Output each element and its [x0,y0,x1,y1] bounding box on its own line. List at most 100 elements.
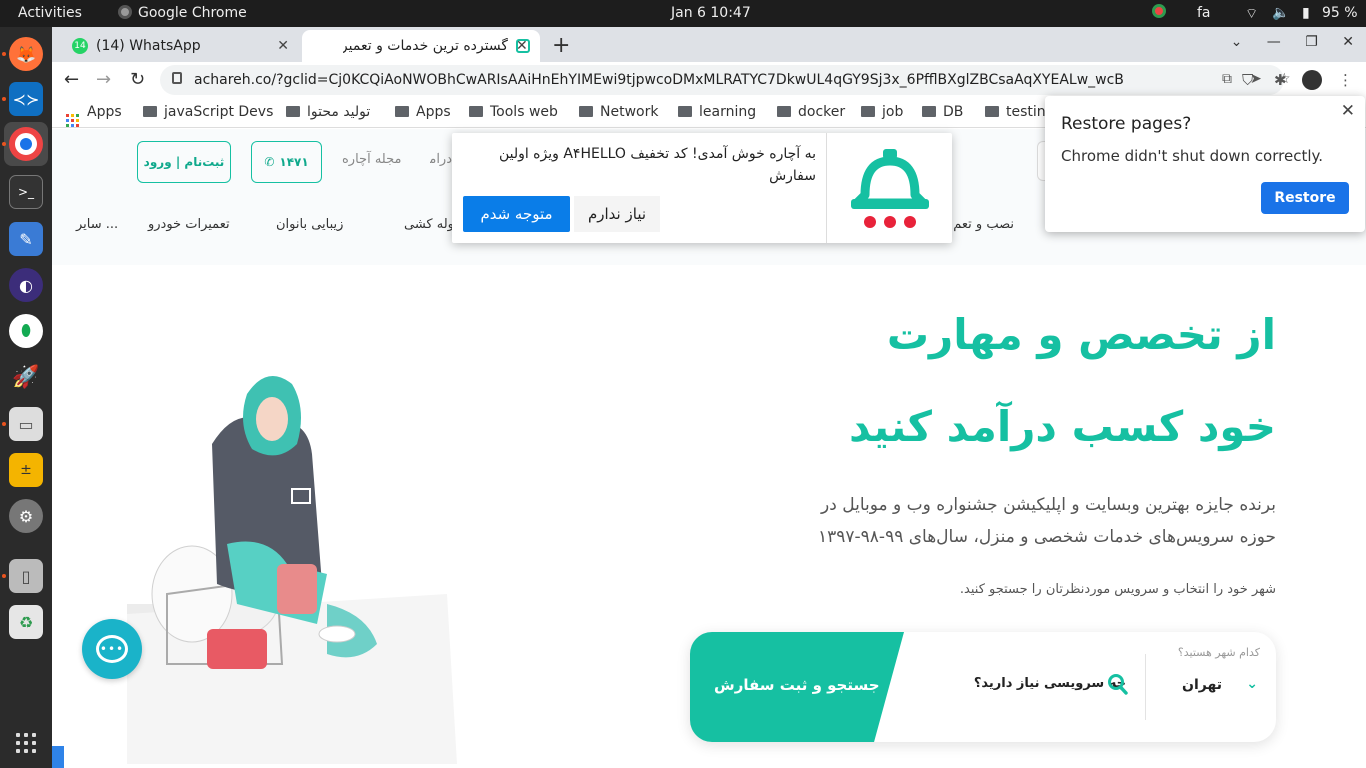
text-editor-icon[interactable]: ✎ [9,222,43,256]
back-arrow-icon[interactable]: ← [64,69,79,90]
profile-avatar[interactable] [1302,70,1322,90]
mongodb-compass-icon[interactable]: ⬮ [9,314,43,348]
dock: 🦊 ≺≻ >_ ✎ ◐ ⬮ 🚀 ▭ ± ⚙ ▯ ♻ [0,27,52,768]
translate-icon[interactable]: ⧉ [1222,71,1232,87]
minimize-icon[interactable]: — [1267,34,1281,50]
activities-button[interactable]: Activities [18,5,82,21]
folder-icon [286,106,300,117]
restore-pages-dialog: Restore pages? Chrome didn't shut down c… [1045,96,1365,232]
bookmark-folder[interactable]: testin [985,104,1046,120]
close-window-icon[interactable]: ✕ [1342,34,1354,50]
dialog-message: Chrome didn't shut down correctly. [1061,147,1324,165]
bookmark-folder[interactable]: Tools web [469,104,558,120]
clock[interactable]: Jan 6 10:47 [671,5,751,21]
category-beauty[interactable]: زیبایی بانوان [276,217,343,232]
side-widget-tab[interactable] [52,746,64,768]
bookmark-folder[interactable]: docker [777,104,845,120]
firefox-icon[interactable]: 🦊 [9,37,43,71]
app-name: Google Chrome [138,5,247,21]
bookmark-folder[interactable]: javaScript Devs [143,104,273,120]
category-plumbing[interactable]: لوله کشی [404,217,458,232]
reload-icon[interactable]: ↻ [130,69,145,90]
bookmark-folder[interactable]: Network [579,104,658,120]
whatsapp-icon: 14 [72,38,88,54]
chrome-tray-icon[interactable] [1152,4,1172,20]
bookmark-folder[interactable]: learning [678,104,756,120]
folder-icon [678,106,692,117]
folder-icon [861,106,875,117]
category-install-repair[interactable]: نصب و تعم [952,217,1014,232]
hero-description: برنده جایزه بهترین وبسایت و اپلیکیشن جشن… [817,495,1276,547]
tor-browser-icon[interactable]: ◐ [9,268,43,302]
phone-button[interactable]: ✆ ۱۴۷۱ [251,141,322,183]
keyboard-layout[interactable]: fa [1197,5,1211,21]
wifi-icon[interactable]: ⌔ [1245,5,1258,23]
category-car-repair[interactable]: تعمیرات خودرو [148,217,230,232]
lock-icon[interactable] [172,72,182,84]
trash-icon[interactable]: ♻ [9,605,43,639]
folder-icon [469,106,483,117]
terminal-icon[interactable]: >_ [9,175,43,209]
phone-icon: ✆ [264,155,275,169]
decline-button[interactable]: نیاز ندارم [574,196,660,232]
accept-button[interactable]: متوجه شدم [463,196,570,232]
volume-icon[interactable]: 🔈 [1272,5,1289,21]
chat-support-button[interactable]: ••• [82,619,142,679]
app-menu[interactable]: Google Chrome [118,5,247,21]
new-tab-button[interactable]: + [552,33,570,58]
close-tab-icon[interactable]: ✕ [277,38,289,54]
chrome-dock-icon[interactable] [9,127,43,161]
tab-whatsapp[interactable]: 14 گسترده ترین خدمات و تعمیرا (14) Whats… [62,30,297,62]
battery-icon[interactable]: ▮ [1302,5,1310,21]
extensions-puzzle-icon[interactable]: ✱ [1274,71,1287,89]
url-text[interactable]: achareh.co/?gclid=Cj0KCQiAoNWOBhCwARIsAA… [194,72,1124,88]
settings-gear-icon[interactable]: ⚙ [9,499,43,533]
bookmark-folder[interactable]: DB [922,104,963,120]
tab-title: گسترده ترین خدمات و تعمیرا [343,38,508,54]
notification-icon-area [826,133,952,243]
signup-login-button[interactable]: ثبت‌نام | ورود [137,141,231,183]
hero-title: از تخصص و مهارت خود کسب درآمد کنید [848,310,1276,451]
calculator-icon[interactable]: ± [9,453,43,487]
restore-button[interactable]: Restore [1261,182,1349,214]
bookmark-folder[interactable]: job [861,104,903,120]
folder-icon [922,106,936,117]
tab-strip: 14 گسترده ترین خدمات و تعمیرا (14) Whats… [52,27,1366,62]
files-icon[interactable]: ▭ [9,407,43,441]
folder-icon [777,106,791,117]
category-other[interactable]: سایر ... [76,217,118,232]
close-tab-icon[interactable]: ✕ [516,38,528,54]
show-applications-icon[interactable] [16,733,36,753]
city-label: کدام شهر هستید؟ [1177,646,1260,659]
bookmark-folder[interactable]: تولید محتوا [286,104,370,120]
system-top-bar: Activities Google Chrome Jan 6 10:47 fa … [0,0,1366,27]
welcome-notification: به آچاره خوش آمدی! کد تخفیف A۴HELLO ویژه… [452,133,952,243]
tab-search-icon[interactable]: ⌄ [1231,34,1243,50]
vscode-icon[interactable]: ≺≻ [9,82,43,116]
chevron-down-icon[interactable]: ⌄ [1246,676,1258,692]
income-link[interactable]: درآمد [430,152,452,167]
bookmark-folder[interactable]: Apps [395,104,451,120]
archive-icon[interactable]: ▯ [9,559,43,593]
address-bar[interactable]: achareh.co/?gclid=Cj0KCQiAoNWOBhCwARIsAA… [160,65,1291,95]
search-submit-button[interactable]: جستجو و ثبت سفارش [690,632,904,742]
maximize-icon[interactable]: ❐ [1305,34,1318,50]
service-search-input[interactable]: چه سرویسی نیاز دارید؟ [974,676,1126,691]
hero-illustration [127,376,457,764]
tab-achareh[interactable]: گسترده ترین خدمات و تعمیرا ✕ [302,30,540,62]
battery-percent[interactable]: 95 % [1322,5,1358,21]
magazine-link[interactable]: مجله آچاره [342,152,401,167]
menu-kebab-icon[interactable]: ⋮ [1338,71,1353,89]
chrome-icon [118,5,132,19]
service-search-box: جستجو و ثبت سفارش چه سرویسی نیاز دارید؟ … [690,632,1276,742]
extension-shield-icon[interactable]: ⛉ [1242,71,1253,89]
forward-arrow-icon[interactable]: → [96,69,111,90]
bell-icon [851,149,929,228]
bookmark-apps[interactable]: Apps [66,104,122,127]
apps-grid-icon [66,114,79,127]
divider [1145,654,1146,720]
rocket-icon[interactable]: 🚀 [9,360,43,394]
search-icon[interactable] [1108,672,1128,698]
city-select[interactable]: تهران [1182,677,1222,693]
close-icon[interactable]: ✕ [1341,101,1355,121]
